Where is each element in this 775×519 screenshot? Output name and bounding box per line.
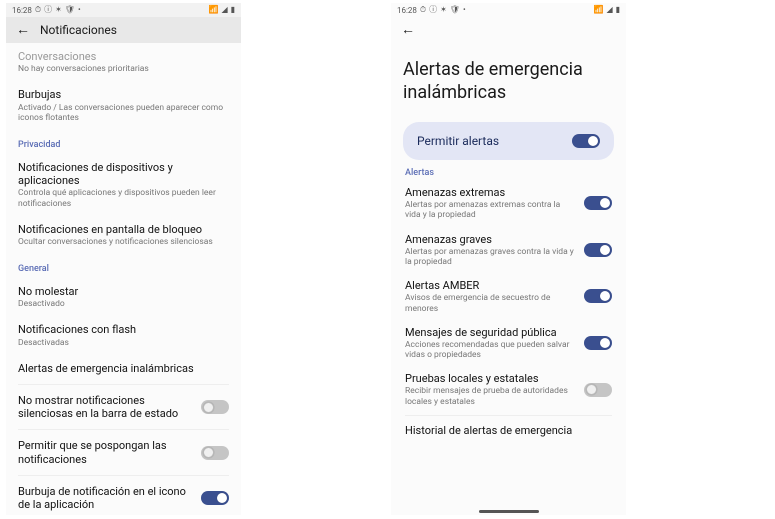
setting-burbujas[interactable]: Burbujas Activado / Las conversaciones pu… xyxy=(18,81,229,130)
setting-title: Amenazas graves xyxy=(405,233,576,246)
section-label: General xyxy=(18,264,229,274)
toggle-permitir-pospongan[interactable] xyxy=(201,446,229,460)
phone-right-emergency-alerts: 16:28 ⏱ ⓘ ✶ 🛡 • 📶 ◢ ▮ ← Alertas de emerg… xyxy=(391,3,626,515)
status-icon: ⏱ xyxy=(35,6,41,14)
setting-subtitle: Ocultar conversaciones y notificaciones … xyxy=(18,237,229,247)
divider xyxy=(18,475,229,476)
setting-subtitle: Alertas por amenazas extremas contra la … xyxy=(405,200,576,220)
setting-title: No molestar xyxy=(18,285,229,298)
clock-text: 16:28 xyxy=(397,6,417,15)
setting-subtitle: Recibir mensajes de prueba de autoridade… xyxy=(405,386,576,406)
signal-icon: ◢ xyxy=(606,6,612,14)
setting-notif-disp-apps[interactable]: Notificaciones de dispositivos y aplicac… xyxy=(18,154,229,216)
clock-text: 16:28 xyxy=(12,6,32,15)
setting-subtitle: Alertas por amenazas graves contra la vi… xyxy=(405,247,576,267)
setting-subtitle: Desactivado xyxy=(18,299,229,309)
divider xyxy=(18,429,229,430)
setting-permitir-pospongan[interactable]: Permitir que se pospongan las notificaci… xyxy=(18,432,229,472)
signal-icon: ◢ xyxy=(221,6,227,14)
setting-no-molestar[interactable]: No molestarDesactivado xyxy=(18,278,229,316)
setting-alertas-amber[interactable]: Alertas AMBERAvisos de emergencia de sec… xyxy=(405,273,612,320)
setting-title: Alertas AMBER xyxy=(405,279,576,292)
setting-title: Permitir que se pospongan las notificaci… xyxy=(18,439,193,465)
setting-title: Alertas de emergencia inalámbricas xyxy=(18,362,229,375)
setting-title: Notificaciones de dispositivos y aplicac… xyxy=(18,161,229,187)
page-title: Notificaciones xyxy=(40,23,117,37)
settings-list[interactable]: Alertas de emergencia inalámbricas Permi… xyxy=(391,43,626,515)
toggle-alertas-amber[interactable] xyxy=(584,289,612,303)
toggle-burbuja-icono-app[interactable] xyxy=(201,491,229,505)
permit-alerts-card[interactable]: Permitir alertas xyxy=(403,122,614,160)
setting-title: Historial de alertas de emergencia xyxy=(405,424,612,437)
setting-conversaciones[interactable]: ConversacionesNo hay conversaciones prio… xyxy=(18,43,229,81)
status-icon: ✶ xyxy=(55,6,62,14)
battery-icon: ▮ xyxy=(231,6,235,14)
setting-title: Conversaciones xyxy=(18,50,229,63)
setting-title: Mensajes de seguridad pública xyxy=(405,326,576,339)
toggle-amenazas-extremas[interactable] xyxy=(584,196,612,210)
setting-subtitle: Avisos de emergencia de secuestro de men… xyxy=(405,293,576,313)
back-button[interactable]: ← xyxy=(16,23,30,37)
divider xyxy=(405,415,612,416)
setting-subtitle: No hay conversaciones prioritarias xyxy=(18,64,229,74)
setting-subtitle: Activado / Las conversaciones pueden apa… xyxy=(18,103,229,123)
setting-title: Burbujas xyxy=(18,88,229,101)
setting-mensajes-seguridad[interactable]: Mensajes de seguridad públicaAcciones re… xyxy=(405,320,612,367)
divider xyxy=(18,384,229,385)
status-icon: ⏱ xyxy=(420,6,426,14)
setting-subtitle: Desactivadas xyxy=(18,338,229,348)
toggle-mensajes-seguridad[interactable] xyxy=(584,336,612,350)
setting-title: Burbuja de notificación en el icono de l… xyxy=(18,485,193,511)
permit-alerts-label: Permitir alertas xyxy=(417,134,499,148)
status-icon: 🛡 xyxy=(65,6,75,14)
status-icon: ⓘ xyxy=(429,6,437,14)
setting-title: Notificaciones en pantalla de bloqueo xyxy=(18,223,229,236)
page-title: Alertas de emergencia inalámbricas xyxy=(391,43,626,116)
setting-burbuja-icono-app[interactable]: Burbuja de notificación en el icono de l… xyxy=(18,478,229,515)
setting-subtitle: Acciones recomendadas que pueden salvar … xyxy=(405,340,576,360)
status-icon: ✶ xyxy=(440,6,447,14)
phone-left-notifications: 16:28 ⏱ ⓘ ✶ 🛡 • 📶 ◢ ▮ ← Notificaciones C… xyxy=(6,3,241,515)
toggle-amenazas-graves[interactable] xyxy=(584,243,612,257)
status-icon: • xyxy=(463,6,466,14)
section-label: Alertas xyxy=(405,168,612,178)
setting-historial-alertas[interactable]: Historial de alertas de emergencia xyxy=(405,418,612,443)
setting-amenazas-extremas[interactable]: Amenazas extremasAlertas por amenazas ex… xyxy=(405,180,612,227)
status-icon: 🛡 xyxy=(450,6,460,14)
setting-title: Notificaciones con flash xyxy=(18,323,229,336)
status-icon: ⓘ xyxy=(44,6,52,14)
back-button[interactable]: ← xyxy=(401,23,415,37)
setting-notif-flash[interactable]: Notificaciones con flash Desactivadas xyxy=(18,316,229,354)
battery-icon: ▮ xyxy=(616,6,620,14)
setting-amenazas-graves[interactable]: Amenazas gravesAlertas por amenazas grav… xyxy=(405,227,612,274)
wifi-icon: 📶 xyxy=(593,6,603,14)
statusbar: 16:28 ⏱ ⓘ ✶ 🛡 • 📶 ◢ ▮ xyxy=(6,3,241,17)
setting-title: Amenazas extremas xyxy=(405,186,576,199)
header: ← Notificaciones xyxy=(6,17,241,43)
setting-pruebas-locales[interactable]: Pruebas locales y estatalesRecibir mensa… xyxy=(405,366,612,413)
setting-alertas-emerg[interactable]: Alertas de emergencia inalámbricas xyxy=(18,355,229,382)
section-label: Privacidad xyxy=(18,140,229,150)
settings-list[interactable]: ConversacionesNo hay conversaciones prio… xyxy=(6,43,241,515)
setting-subtitle: Controla qué aplicaciones y dispositivos… xyxy=(18,188,229,208)
status-icon: • xyxy=(78,6,81,14)
toggle-no-mostrar-silenciosas[interactable] xyxy=(201,400,229,414)
setting-no-mostrar-silenciosas[interactable]: No mostrar notificaciones silenciosas en… xyxy=(18,387,229,427)
permit-alerts-toggle[interactable] xyxy=(572,134,600,148)
setting-title: No mostrar notificaciones silenciosas en… xyxy=(18,394,193,420)
nav-pill[interactable] xyxy=(479,510,539,513)
setting-title: Pruebas locales y estatales xyxy=(405,372,576,385)
header: ← xyxy=(391,17,626,43)
setting-notif-lock[interactable]: Notificaciones en pantalla de bloqueoOcu… xyxy=(18,216,229,254)
toggle-pruebas-locales[interactable] xyxy=(584,383,612,397)
wifi-icon: 📶 xyxy=(208,6,218,14)
statusbar: 16:28 ⏱ ⓘ ✶ 🛡 • 📶 ◢ ▮ xyxy=(391,3,626,17)
